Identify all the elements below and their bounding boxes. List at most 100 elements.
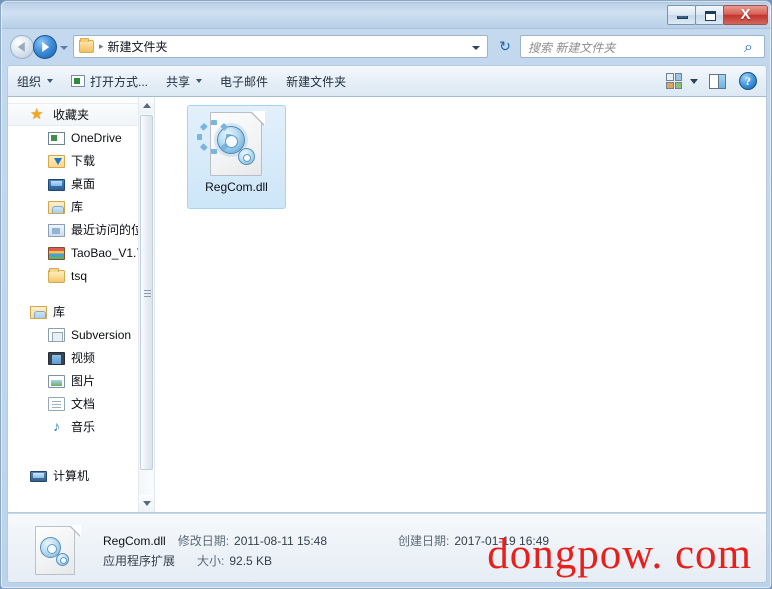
address-bar-row: ▸ 新建文件夹 ↻ 搜索 新建文件夹 ⌕ bbox=[1, 29, 771, 65]
close-icon: X bbox=[740, 5, 751, 23]
watermark-text: dongpow. com bbox=[487, 531, 752, 578]
view-tile-3 bbox=[666, 81, 674, 89]
sidebar-label: 下载 bbox=[71, 154, 96, 168]
details-gear-small-icon bbox=[56, 553, 69, 566]
sidebar-item-music[interactable]: ♪ 音乐 bbox=[8, 415, 154, 438]
forward-button[interactable] bbox=[33, 35, 57, 59]
new-folder-button[interactable]: 新建文件夹 bbox=[277, 69, 355, 93]
view-tile-1 bbox=[666, 73, 674, 81]
page-fold-shape bbox=[250, 111, 265, 125]
sidebar-item-tsq[interactable]: tsq bbox=[8, 264, 154, 287]
share-label: 共享 bbox=[166, 74, 191, 89]
details-modified-label: 修改日期: bbox=[177, 534, 230, 548]
nav-section-gap bbox=[8, 287, 154, 300]
chevron-down-icon[interactable] bbox=[690, 78, 698, 84]
minimize-button[interactable] bbox=[667, 4, 696, 25]
back-arrow-icon bbox=[17, 42, 25, 52]
sidebar-label: OneDrive bbox=[71, 130, 122, 145]
sidebar-item-documents[interactable]: 文档 bbox=[8, 392, 154, 415]
search-icon: ⌕ bbox=[744, 39, 753, 56]
address-input[interactable]: ▸ 新建文件夹 bbox=[73, 35, 488, 58]
maximize-button[interactable] bbox=[695, 4, 724, 25]
sidebar-item-taobao[interactable]: TaoBao_V1.7.8. bbox=[8, 241, 154, 264]
search-input[interactable]: 搜索 新建文件夹 ⌕ bbox=[520, 35, 765, 58]
open-with-button[interactable]: 打开方式... bbox=[62, 69, 157, 93]
navigation-scrollbar[interactable] bbox=[138, 97, 154, 512]
email-button[interactable]: 电子邮件 bbox=[211, 69, 277, 93]
sidebar-label: 计算机 bbox=[53, 469, 90, 483]
books-icon bbox=[48, 246, 65, 260]
sidebar-item-onedrive[interactable]: OneDrive bbox=[8, 126, 154, 149]
details-file-type: 应用程序扩展 bbox=[103, 554, 176, 568]
music-icon: ♪ bbox=[53, 418, 60, 434]
sidebar-label: Subversion bbox=[71, 327, 132, 342]
share-button[interactable]: 共享 bbox=[157, 69, 211, 93]
file-item-regcom-dll[interactable]: RegCom.dll bbox=[187, 105, 286, 209]
sidebar-item-subversion[interactable]: Subversion bbox=[8, 323, 154, 346]
organize-label: 组织 bbox=[17, 74, 42, 89]
chevron-down-icon[interactable] bbox=[472, 46, 480, 50]
star-icon: ★ bbox=[30, 106, 44, 123]
onedrive-icon bbox=[48, 131, 65, 145]
dll-icon bbox=[196, 111, 265, 178]
sidebar-item-favorites[interactable]: ★ 收藏夹 bbox=[8, 103, 154, 126]
picture-icon bbox=[48, 374, 65, 388]
sidebar-item-downloads[interactable]: 下载 bbox=[8, 149, 154, 172]
scroll-up-button[interactable] bbox=[139, 97, 154, 114]
sidebar-item-library-fav[interactable]: 库 bbox=[8, 195, 154, 218]
desktop-icon bbox=[48, 178, 65, 191]
history-dropdown-icon[interactable] bbox=[60, 46, 68, 50]
sidebar-item-computer[interactable]: 计算机 bbox=[8, 464, 154, 487]
sidebar-item-desktop[interactable]: 桌面 bbox=[8, 172, 154, 195]
chevron-down-icon bbox=[196, 79, 203, 83]
details-created-label: 创建日期: bbox=[398, 534, 450, 548]
organize-button[interactable]: 组织 bbox=[8, 69, 62, 93]
close-button[interactable]: X bbox=[723, 4, 768, 25]
sidebar-item-videos[interactable]: 视频 bbox=[8, 346, 154, 369]
command-toolbar: 组织 打开方式... 共享 电子邮件 新建文件夹 ? bbox=[7, 65, 767, 97]
sidebar-label: 库 bbox=[53, 305, 66, 319]
change-view-icon[interactable] bbox=[666, 73, 682, 89]
downloads-icon bbox=[48, 154, 65, 168]
file-name-label: RegCom.dll bbox=[205, 180, 268, 194]
details-size-label: 大小: bbox=[197, 554, 225, 568]
toolbar-right-group: ? bbox=[666, 72, 766, 90]
details-file-name: RegCom.dll bbox=[103, 534, 166, 548]
breadcrumb-current[interactable]: 新建文件夹 bbox=[108, 38, 168, 55]
navigation-tree: ★ 收藏夹 OneDrive 下载 桌面 库 最近访问的位置 TaoBao_V1… bbox=[8, 97, 154, 487]
preview-pane-icon[interactable] bbox=[709, 73, 726, 89]
search-placeholder: 搜索 新建文件夹 bbox=[528, 41, 616, 55]
gear-small-icon bbox=[237, 148, 255, 165]
nav-section-gap bbox=[8, 451, 154, 464]
help-icon[interactable]: ? bbox=[739, 72, 757, 90]
folder-icon bbox=[79, 38, 94, 53]
sidebar-label: 视频 bbox=[71, 351, 96, 365]
back-button[interactable] bbox=[10, 35, 34, 59]
scroll-down-button[interactable] bbox=[139, 495, 154, 512]
details-size-value: 92.5 KB bbox=[229, 554, 273, 568]
scrollbar-grip-icon bbox=[144, 289, 151, 297]
sidebar-item-pictures[interactable]: 图片 bbox=[8, 369, 154, 392]
view-tile-4 bbox=[674, 81, 682, 89]
library-icon bbox=[30, 305, 47, 319]
file-list-view[interactable]: RegCom.dll bbox=[154, 97, 766, 512]
sidebar-label: 图片 bbox=[71, 374, 96, 388]
refresh-button[interactable]: ↻ bbox=[495, 37, 515, 56]
details-dll-icon bbox=[35, 525, 81, 576]
nav-section-gap bbox=[8, 438, 154, 451]
minimize-icon bbox=[677, 15, 688, 19]
chevron-down-icon bbox=[47, 79, 54, 83]
sidebar-item-libraries[interactable]: 库 bbox=[8, 300, 154, 323]
view-tile-2 bbox=[674, 73, 682, 81]
sidebar-label: 库 bbox=[71, 200, 84, 214]
gear-teeth bbox=[196, 120, 244, 154]
sidebar-label: 收藏夹 bbox=[53, 108, 90, 122]
explorer-window: X ▸ 新建文件夹 ↻ 搜索 新建文件夹 ⌕ 组织 打开方式... 共享 电子邮… bbox=[0, 0, 772, 589]
details-page-fold bbox=[70, 525, 81, 536]
folder-icon bbox=[48, 267, 65, 283]
explorer-body: ★ 收藏夹 OneDrive 下载 桌面 库 最近访问的位置 TaoBao_V1… bbox=[7, 97, 767, 513]
recent-places-icon bbox=[48, 223, 65, 237]
scrollbar-thumb[interactable] bbox=[140, 115, 153, 470]
breadcrumb-separator: ▸ bbox=[99, 41, 104, 51]
sidebar-item-recent-places[interactable]: 最近访问的位置 bbox=[8, 218, 154, 241]
